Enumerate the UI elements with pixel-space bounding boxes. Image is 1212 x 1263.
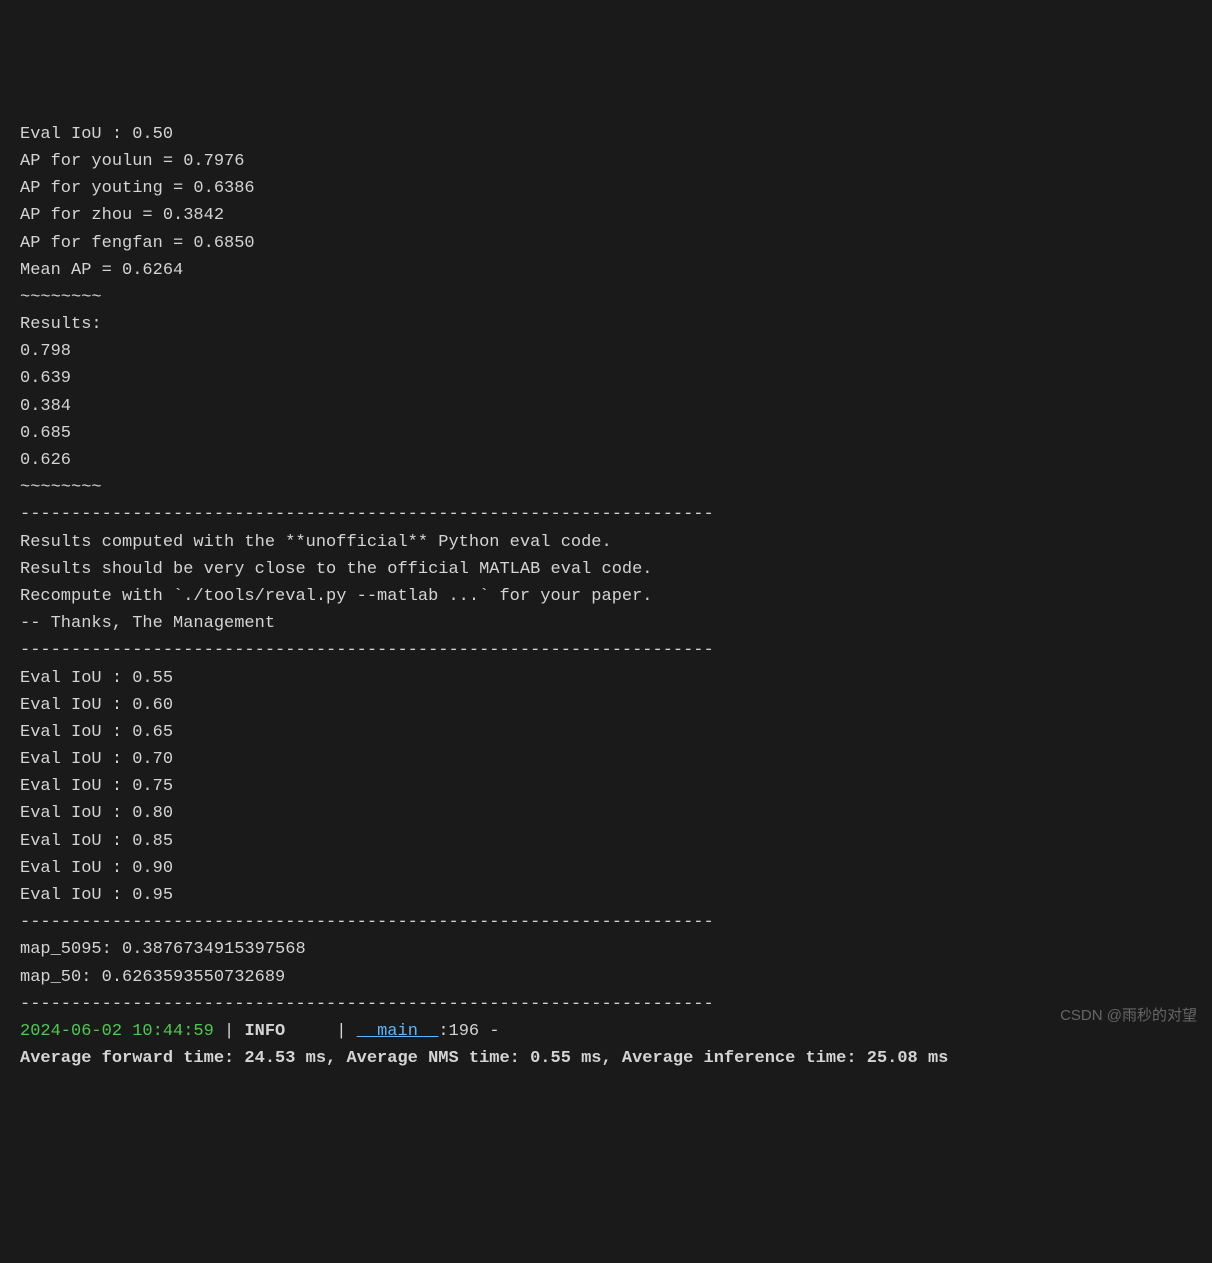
note-line: Recompute with `./tools/reval.py --matla… <box>20 583 1192 610</box>
terminal-output: Eval IoU : 0.50AP for youlun = 0.7976AP … <box>20 121 1192 1073</box>
ap-zhou-line: AP for zhou = 0.3842 <box>20 202 1192 229</box>
separator-dash: ----------------------------------------… <box>20 501 1192 528</box>
map-5095-line: map_5095: 0.3876734915397568 <box>20 936 1192 963</box>
watermark: CSDN @雨秒的对望 <box>1060 1004 1197 1028</box>
log-separator: | <box>214 1022 245 1041</box>
log-module: __main__ <box>357 1022 439 1041</box>
separator-dash: ----------------------------------------… <box>20 637 1192 664</box>
map-50-line: map_50: 0.6263593550732689 <box>20 964 1192 991</box>
result-value: 0.639 <box>20 365 1192 392</box>
eval-iou-line: Eval IoU : 0.60 <box>20 692 1192 719</box>
result-value: 0.798 <box>20 338 1192 365</box>
log-level: INFO <box>244 1022 285 1041</box>
ap-youting-line: AP for youting = 0.6386 <box>20 175 1192 202</box>
eval-iou-line: Eval IoU : 0.80 <box>20 800 1192 827</box>
log-separator: | <box>285 1022 356 1041</box>
eval-iou-line: Eval IoU : 0.90 <box>20 855 1192 882</box>
mean-ap-line: Mean AP = 0.6264 <box>20 257 1192 284</box>
eval-iou-line: Eval IoU : 0.75 <box>20 773 1192 800</box>
eval-iou-line: Eval IoU : 0.50 <box>20 121 1192 148</box>
note-line: -- Thanks, The Management <box>20 610 1192 637</box>
separator-tilde: ~~~~~~~~ <box>20 474 1192 501</box>
log-line-ref: :196 - <box>438 1022 499 1041</box>
separator-dash: ----------------------------------------… <box>20 909 1192 936</box>
eval-iou-line: Eval IoU : 0.65 <box>20 719 1192 746</box>
eval-iou-line: Eval IoU : 0.55 <box>20 665 1192 692</box>
note-line: Results should be very close to the offi… <box>20 556 1192 583</box>
result-value: 0.685 <box>20 420 1192 447</box>
ap-fengfan-line: AP for fengfan = 0.6850 <box>20 230 1192 257</box>
results-header: Results: <box>20 311 1192 338</box>
timing-line: Average forward time: 24.53 ms, Average … <box>20 1045 1192 1072</box>
result-value: 0.626 <box>20 447 1192 474</box>
separator-dash: ----------------------------------------… <box>20 991 1192 1018</box>
result-value: 0.384 <box>20 393 1192 420</box>
separator-tilde: ~~~~~~~~ <box>20 284 1192 311</box>
ap-youlun-line: AP for youlun = 0.7976 <box>20 148 1192 175</box>
eval-iou-line: Eval IoU : 0.95 <box>20 882 1192 909</box>
log-timestamp: 2024-06-02 10:44:59 <box>20 1022 214 1041</box>
note-line: Results computed with the **unofficial**… <box>20 529 1192 556</box>
eval-iou-line: Eval IoU : 0.70 <box>20 746 1192 773</box>
eval-iou-line: Eval IoU : 0.85 <box>20 828 1192 855</box>
log-line: 2024-06-02 10:44:59 | INFO | __main__:19… <box>20 1018 1192 1045</box>
